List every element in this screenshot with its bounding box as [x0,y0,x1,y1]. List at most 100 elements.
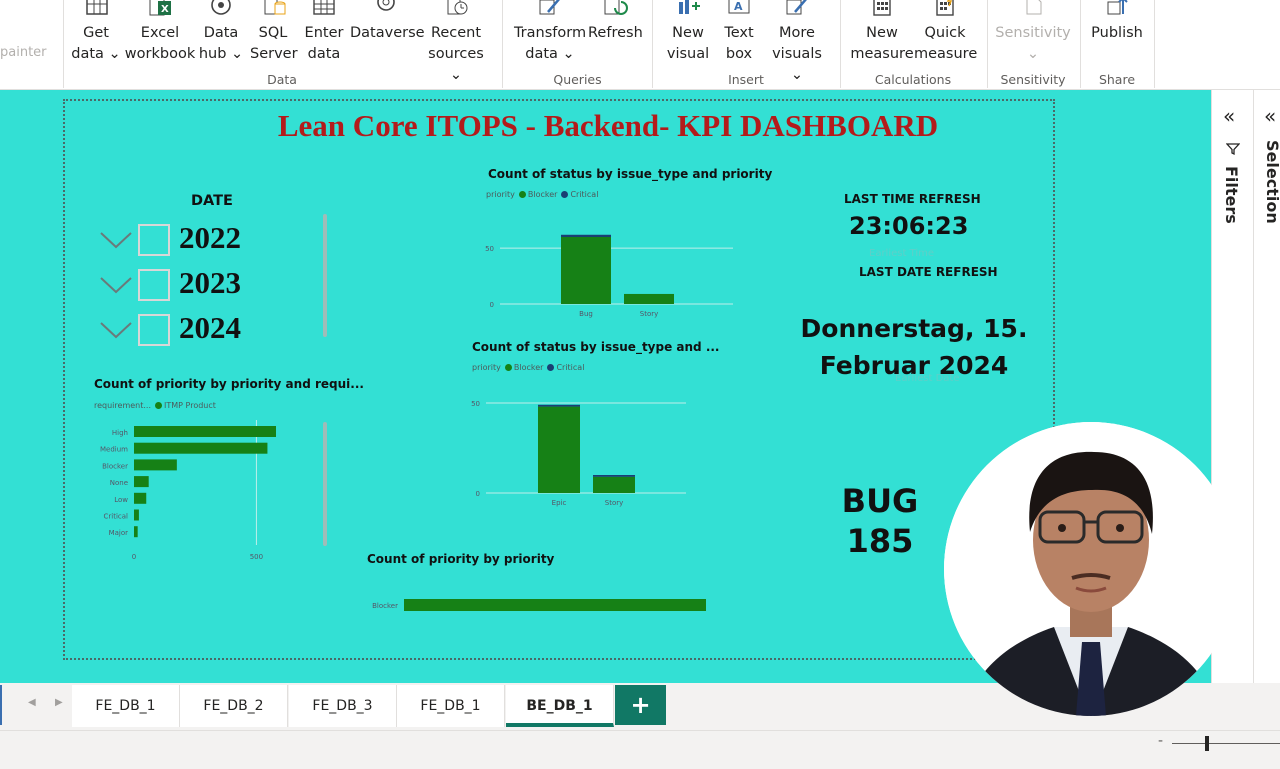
bar-blocker [538,406,580,493]
last-time-refresh-value: 23:06:23 [849,212,969,240]
slicer-checkbox[interactable] [138,224,170,256]
filter-icon [1226,143,1240,156]
y-tick-label: Medium [100,446,128,454]
chart3-scrollbar[interactable] [323,422,327,546]
add-page-button[interactable]: + [615,685,666,725]
earliest-time-caption: Earliest Time [869,248,935,259]
x-tick-label: Story [640,310,659,318]
queries-group-label: Queries [553,72,602,87]
chevron-down-icon[interactable] [99,272,133,300]
chart3-title: Count of priority by priority and requi.… [94,377,364,391]
ribbon-divider [502,0,503,88]
bar-blocker [593,476,635,493]
tab-fe-db-2[interactable]: FE_DB_2 [180,685,288,727]
slicer-item-2024[interactable]: 2024 [99,310,259,353]
ribbon-divider [1080,0,1081,88]
enter-data-table-icon [313,0,335,15]
y-tick-label: 0 [490,301,494,309]
sensitivity-label: Sensitivity ⌄ [995,25,1071,62]
legend-item-critical: Critical [556,363,585,372]
x-tick-label: Story [605,499,624,507]
chart2-title: Count of status by issue_type and ... [472,340,720,354]
ribbon-divider [652,0,653,88]
transform-data-icon [539,0,560,15]
filters-pane-label: Filters [1222,166,1241,224]
selection-pane[interactable]: « Selection [1253,90,1280,683]
quick-measure-icon [936,0,954,16]
chart1-title: Count of status by issue_type and priori… [488,167,773,181]
zoom-slider-thumb[interactable] [1205,736,1209,751]
tab-be-db-1[interactable]: BE_DB_1 [506,685,614,727]
next-page-icon[interactable]: ▶ [55,697,63,708]
bar-itmp-product [134,509,139,521]
bug-card-value: 185 [846,522,914,560]
x-tick-label: 0 [132,553,136,561]
slicer-year-label: 2022 [179,220,241,255]
bar-blocker [624,293,674,304]
svg-text:X: X [161,4,169,15]
bar-itmp-product [134,459,177,471]
data-hub-label: Data hub ⌄ [198,25,244,62]
previous-page-icon[interactable]: ◀ [28,697,36,708]
y-tick-label: 50 [485,245,494,253]
text-box-icon: A [728,0,750,14]
bar-itmp-product [134,492,147,504]
tab-fe-db-1-copy[interactable]: FE_DB_1 [397,685,505,727]
chart3-bar-chart[interactable]: High Medium Blocker None Low Critical Major 0 50… [94,420,294,570]
slicer-item-2023[interactable]: 2023 [99,265,259,308]
slicer-scrollbar[interactable] [323,214,327,337]
data-group-label: Data [267,72,297,87]
y-tick-label: None [110,479,128,487]
y-tick-label: Blocker [372,602,398,610]
slicer-item-2022[interactable]: 2022 [99,220,259,263]
chart2-stacked-column[interactable]: 0 50 Epic Story [466,395,696,510]
enter-data-label: Enter data [304,25,344,62]
slicer-year-label: 2023 [179,265,241,300]
legend-dot [547,364,555,371]
slicer-checkbox[interactable] [138,314,170,346]
collapse-filters-icon[interactable]: « [1223,104,1235,128]
chart2-legend: priority Blocker Critical [472,363,584,372]
y-tick-label: Major [109,529,129,537]
collapse-selection-icon[interactable]: « [1264,104,1276,128]
bar-critical [593,475,635,477]
bar-itmp-product [134,442,268,454]
legend-title: requirement... [94,401,151,410]
chart1-stacked-column[interactable]: 0 50 Bug Story [480,230,740,320]
transform-data-label: Transform data ⌄ [513,25,587,62]
y-tick-label: 50 [471,400,480,408]
earliest-date-caption: Earliest Date [895,373,960,384]
bar-blocker [561,237,611,304]
power-bi-window: painter Get data ⌄ X Excel workbook Data… [0,0,1280,769]
selection-pane-label: Selection [1263,140,1280,224]
refresh-label: Refresh [588,25,643,41]
tab-fe-db-3[interactable]: FE_DB_3 [289,685,397,727]
x-tick-label: Bug [579,310,593,318]
ribbon: painter Get data ⌄ X Excel workbook Data… [0,0,1280,90]
zoom-out-button[interactable]: - [1158,733,1163,749]
ribbon-divider [987,0,988,88]
excel-workbook-label: Excel workbook [124,25,196,62]
legend-item-itmp: ITMP Product [164,401,216,410]
legend-dot [518,191,526,198]
y-tick-label: Low [114,496,128,504]
slicer-checkbox[interactable] [138,269,170,301]
svg-text:A: A [734,0,743,13]
ribbon-divider [1154,0,1155,88]
chevron-down-icon[interactable] [99,317,133,345]
legend-item-critical: Critical [570,190,599,199]
chart4-bar-chart[interactable]: Blocker [360,595,720,615]
new-measure-label: New measure [850,25,914,62]
chart3-legend: requirement... ITMP Product [94,401,216,410]
status-bar: - [0,730,1280,769]
bar-itmp-product [134,476,149,488]
zoom-slider-track[interactable] [1172,743,1280,744]
bug-card-label: BUG [841,482,919,520]
legend-title: priority [486,190,515,199]
share-group-label: Share [1098,72,1136,87]
chevron-down-icon[interactable] [99,227,133,255]
legend-dot [561,191,569,198]
bar-critical [538,404,580,407]
tab-fe-db-1[interactable]: FE_DB_1 [72,685,180,727]
legend-dot [155,402,162,409]
